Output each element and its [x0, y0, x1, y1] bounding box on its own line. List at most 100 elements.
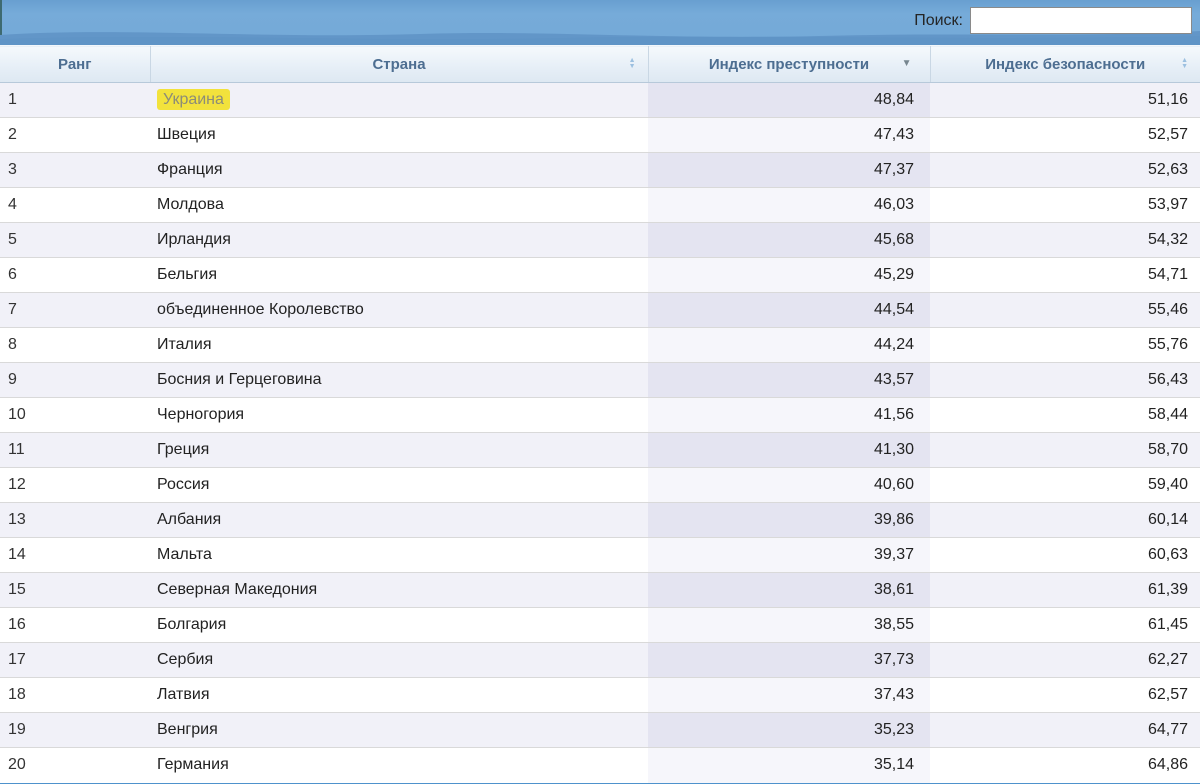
safety-index-cell: 55,46	[930, 293, 1200, 328]
crime-index-cell: 35,14	[648, 748, 930, 783]
table-row[interactable]: 7 объединенное Королевство 44,54 55,46	[0, 293, 1200, 328]
rank-cell: 5	[0, 223, 150, 258]
crime-index-page: Поиск: Ранг Страна ▲▼ Индекс преступност…	[0, 0, 1200, 784]
country-cell: Италия	[150, 328, 648, 363]
country-cell: Ирландия	[150, 223, 648, 258]
table-row[interactable]: 9 Босния и Герцеговина 43,57 56,43	[0, 363, 1200, 398]
table-row[interactable]: 1 Украина 48,84 51,16	[0, 83, 1200, 118]
crime-index-cell: 47,43	[648, 118, 930, 153]
country-label: Бельгия	[157, 266, 217, 283]
table-row[interactable]: 5 Ирландия 45,68 54,32	[0, 223, 1200, 258]
country-cell: Венгрия	[150, 713, 648, 748]
safety-index-cell: 53,97	[930, 188, 1200, 223]
country-ranking-table: Ранг Страна ▲▼ Индекс преступности ▼ Инд…	[0, 45, 1200, 783]
crime-index-cell: 48,84	[648, 83, 930, 118]
safety-index-cell: 60,63	[930, 538, 1200, 573]
table-row[interactable]: 17 Сербия 37,73 62,27	[0, 643, 1200, 678]
table-row[interactable]: 20 Германия 35,14 64,86	[0, 748, 1200, 783]
table-row[interactable]: 15 Северная Македония 38,61 61,39	[0, 573, 1200, 608]
crime-index-cell: 35,23	[648, 713, 930, 748]
table-header: Ранг Страна ▲▼ Индекс преступности ▼ Инд…	[0, 46, 1200, 83]
column-header-country[interactable]: Страна ▲▼	[150, 46, 648, 83]
crime-index-cell: 46,03	[648, 188, 930, 223]
rank-cell: 16	[0, 608, 150, 643]
rank-cell: 17	[0, 643, 150, 678]
rank-cell: 9	[0, 363, 150, 398]
country-cell: Северная Македония	[150, 573, 648, 608]
country-cell: объединенное Королевство	[150, 293, 648, 328]
safety-index-cell: 61,39	[930, 573, 1200, 608]
table-row[interactable]: 12 Россия 40,60 59,40	[0, 468, 1200, 503]
crime-index-cell: 43,57	[648, 363, 930, 398]
safety-index-cell: 51,16	[930, 83, 1200, 118]
country-label: Болгария	[157, 616, 226, 633]
country-label: Греция	[157, 441, 209, 458]
table-row[interactable]: 19 Венгрия 35,23 64,77	[0, 713, 1200, 748]
crime-index-cell: 39,37	[648, 538, 930, 573]
country-cell: Латвия	[150, 678, 648, 713]
table-row[interactable]: 10 Черногория 41,56 58,44	[0, 398, 1200, 433]
column-header-rank[interactable]: Ранг	[0, 46, 150, 83]
rank-cell: 8	[0, 328, 150, 363]
column-label: Индекс преступности	[709, 56, 869, 73]
rank-cell: 3	[0, 153, 150, 188]
country-label: Германия	[157, 756, 229, 773]
table-row[interactable]: 18 Латвия 37,43 62,57	[0, 678, 1200, 713]
rank-cell: 10	[0, 398, 150, 433]
safety-index-cell: 61,45	[930, 608, 1200, 643]
rank-cell: 2	[0, 118, 150, 153]
country-label: Швеция	[157, 126, 216, 143]
country-label: Ирландия	[157, 231, 231, 248]
search-area: Поиск:	[914, 7, 1192, 34]
country-label: Северная Македония	[157, 581, 317, 598]
country-label: Сербия	[157, 651, 213, 668]
safety-index-cell: 58,70	[930, 433, 1200, 468]
table-row[interactable]: 13 Албания 39,86 60,14	[0, 503, 1200, 538]
sort-descending-icon: ▼	[902, 59, 912, 69]
table-row[interactable]: 2 Швеция 47,43 52,57	[0, 118, 1200, 153]
crime-index-cell: 47,37	[648, 153, 930, 188]
rank-cell: 18	[0, 678, 150, 713]
country-label: Украина	[157, 89, 230, 110]
safety-index-cell: 56,43	[930, 363, 1200, 398]
table-row[interactable]: 11 Греция 41,30 58,70	[0, 433, 1200, 468]
crime-index-cell: 45,29	[648, 258, 930, 293]
search-input[interactable]	[970, 7, 1192, 34]
country-cell: Греция	[150, 433, 648, 468]
rank-cell: 12	[0, 468, 150, 503]
crime-index-cell: 37,43	[648, 678, 930, 713]
crime-index-cell: 44,24	[648, 328, 930, 363]
column-header-crime-index[interactable]: Индекс преступности ▼	[648, 46, 930, 83]
rank-cell: 19	[0, 713, 150, 748]
rank-cell: 4	[0, 188, 150, 223]
rank-cell: 1	[0, 83, 150, 118]
country-label: Черногория	[157, 406, 244, 423]
sort-both-icon: ▲▼	[629, 58, 636, 70]
rank-cell: 6	[0, 258, 150, 293]
safety-index-cell: 55,76	[930, 328, 1200, 363]
table-row[interactable]: 6 Бельгия 45,29 54,71	[0, 258, 1200, 293]
safety-index-cell: 54,32	[930, 223, 1200, 258]
table-row[interactable]: 3 Франция 47,37 52,63	[0, 153, 1200, 188]
top-banner: Поиск:	[0, 0, 1200, 45]
safety-index-cell: 64,77	[930, 713, 1200, 748]
table-body: 1 Украина 48,84 51,16 2 Швеция 47,43 52,…	[0, 83, 1200, 783]
table-row[interactable]: 4 Молдова 46,03 53,97	[0, 188, 1200, 223]
safety-index-cell: 62,57	[930, 678, 1200, 713]
country-cell: Сербия	[150, 643, 648, 678]
crime-index-cell: 37,73	[648, 643, 930, 678]
rank-cell: 13	[0, 503, 150, 538]
safety-index-cell: 52,57	[930, 118, 1200, 153]
table-row[interactable]: 8 Италия 44,24 55,76	[0, 328, 1200, 363]
table-row[interactable]: 14 Мальта 39,37 60,63	[0, 538, 1200, 573]
crime-index-cell: 38,61	[648, 573, 930, 608]
country-label: Венгрия	[157, 721, 218, 738]
column-label: Страна	[372, 56, 425, 73]
country-label: Италия	[157, 336, 211, 353]
country-cell: Молдова	[150, 188, 648, 223]
crime-index-cell: 39,86	[648, 503, 930, 538]
country-label: Албания	[157, 511, 221, 528]
country-cell: Босния и Герцеговина	[150, 363, 648, 398]
table-row[interactable]: 16 Болгария 38,55 61,45	[0, 608, 1200, 643]
column-header-safety-index[interactable]: Индекс безопасности ▲▼	[930, 46, 1200, 83]
